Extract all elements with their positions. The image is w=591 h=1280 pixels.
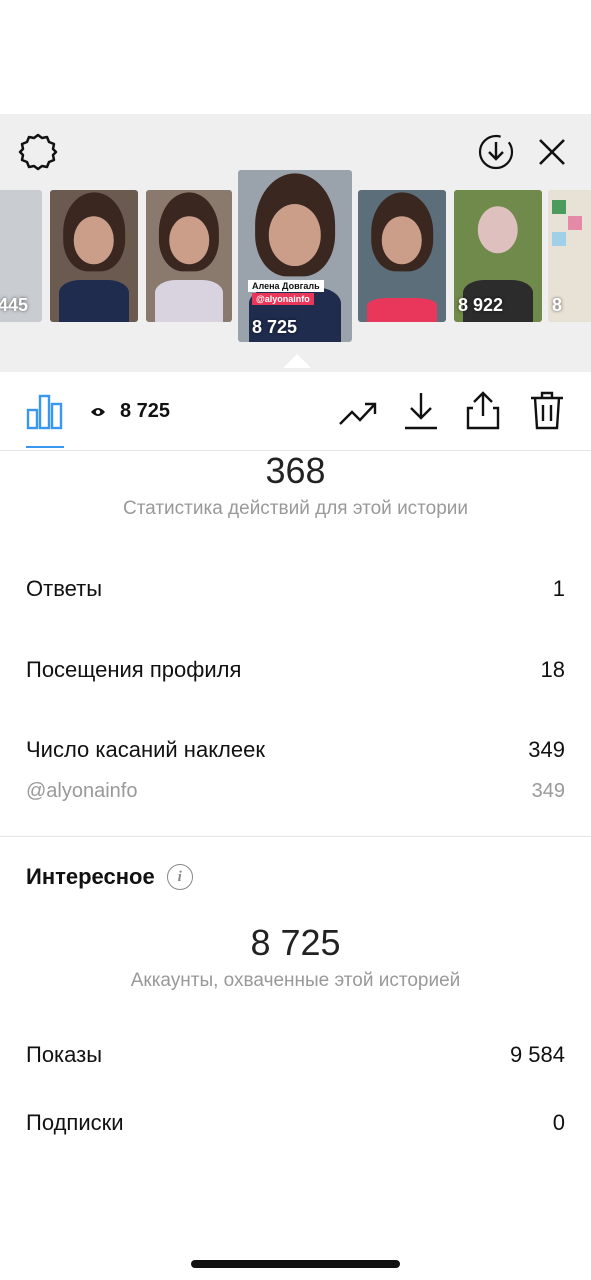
stat-value: 9 584 — [509, 1042, 565, 1067]
views-count: 8 725 — [120, 400, 171, 422]
mention-value: 349 — [531, 780, 565, 802]
viewers-button[interactable]: 8 725 — [90, 400, 170, 423]
stat-value: 349 — [528, 737, 565, 762]
story-thumbnail[interactable]: 8 922 — [454, 190, 542, 322]
story-thumbnail[interactable]: 445 — [0, 190, 42, 322]
download-circle-icon — [478, 134, 514, 170]
trash-icon — [531, 391, 563, 430]
stat-label: Посещения профиля — [26, 657, 242, 682]
eye-icon — [91, 407, 105, 416]
mention-label: @alyonainfo — [26, 780, 138, 802]
download-button[interactable] — [474, 130, 518, 174]
settings-button[interactable] — [16, 130, 60, 174]
story-header: 445 Алена Довгаль @alyonainfo 8 725 8 92… — [0, 114, 591, 372]
story-thumbnail-strip[interactable]: 445 Алена Довгаль @alyonainfo 8 725 8 92… — [0, 170, 591, 346]
stat-value: 1 — [552, 576, 565, 601]
story-thumbnail[interactable]: 8 — [548, 190, 591, 322]
story-toolbar: 8 725 — [0, 372, 591, 451]
stat-row-profile-visits: Посещения профиля 18 — [26, 657, 565, 683]
actions-count: 368 — [265, 450, 326, 491]
bar-chart-icon — [26, 394, 63, 430]
story-thumbnail-active[interactable]: Алена Довгаль @alyonainfo 8 725 — [238, 170, 352, 342]
stat-row-sticker-taps: Число касаний наклеек 349 — [26, 737, 565, 763]
story-thumbnail[interactable] — [146, 190, 232, 322]
discovery-header: Интересное i — [26, 864, 193, 890]
stat-value: 18 — [540, 657, 565, 682]
promote-button[interactable] — [338, 394, 378, 434]
thumbnail-views: 8 725 — [252, 317, 298, 337]
close-icon — [539, 139, 565, 165]
reach-count: 8 725 — [250, 922, 341, 963]
stat-row-replies: Ответы 1 — [26, 576, 565, 602]
stat-label: Подписки — [26, 1110, 124, 1135]
info-icon[interactable]: i — [166, 864, 193, 890]
share-button[interactable] — [464, 390, 502, 432]
active-story-pointer — [283, 354, 311, 368]
actions-label: Статистика действий для этой истории — [122, 498, 469, 519]
close-button[interactable] — [530, 130, 574, 174]
section-title: Интересное — [26, 864, 155, 889]
story-thumbnail[interactable] — [358, 190, 446, 322]
delete-button[interactable] — [528, 390, 566, 432]
save-button[interactable] — [402, 390, 440, 432]
stat-label: Ответы — [26, 576, 103, 601]
thumbnail-views: 8 922 — [458, 295, 504, 315]
reach-label: Аккаунты, охваченные этой историей — [130, 970, 461, 991]
share-icon — [466, 391, 500, 430]
stat-row-follows: Подписки 0 — [26, 1110, 565, 1136]
stat-label: Показы — [26, 1042, 103, 1067]
section-divider — [0, 836, 591, 837]
active-tab-indicator — [26, 446, 64, 448]
stat-row-impressions: Показы 9 584 — [26, 1042, 565, 1068]
download-icon — [405, 393, 437, 430]
banner-name: Алена Довгаль — [248, 280, 324, 292]
stat-label: Число касаний наклеек — [26, 737, 265, 762]
gear-icon — [18, 133, 58, 171]
stat-value: 0 — [552, 1110, 565, 1135]
stat-row-sticker-mention[interactable]: @alyonainfo 349 — [26, 780, 565, 803]
trend-up-icon — [339, 402, 377, 425]
insights-tab[interactable] — [26, 392, 64, 430]
thumbnail-views: 8 — [552, 295, 563, 315]
thumbnail-views: 445 — [0, 295, 29, 315]
banner-handle: @alyonainfo — [252, 293, 314, 305]
home-indicator[interactable] — [191, 1260, 400, 1268]
story-thumbnail[interactable] — [50, 190, 138, 322]
